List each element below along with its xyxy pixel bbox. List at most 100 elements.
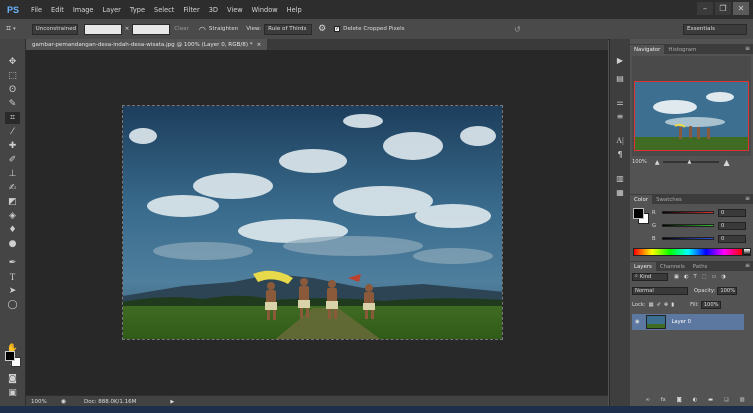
crop-tool-icon[interactable]: ⌗ [5,112,20,124]
green-value[interactable]: 0 [718,221,746,230]
folder-icon[interactable]: ▬ [708,397,713,403]
gear-icon[interactable]: ⚙ [318,24,326,34]
swap-dimensions-button[interactable]: × [125,26,130,32]
clone-stamp-tool-icon[interactable]: ⊥ [5,168,20,180]
tab-channels[interactable]: Channels [656,262,689,271]
gradient-tool-icon[interactable]: ◈ [5,210,20,222]
zoom-in-icon[interactable]: ▲ [723,158,729,167]
tab-paths[interactable]: Paths [689,262,712,271]
navigator-view-box[interactable] [634,81,749,151]
color-fg-bg[interactable] [633,208,649,224]
filter-toggle-icon[interactable]: ◑ [721,274,726,280]
tab-layers[interactable]: Layers [630,262,656,271]
foreground-color[interactable] [633,208,644,219]
ratio-dropdown[interactable]: Unconstrained [31,23,78,35]
minimize-button[interactable]: – [697,2,713,15]
layer-filter-kind[interactable]: ⌕ Kind [632,272,668,281]
layer-row[interactable]: ◉ Layer 0 [632,314,744,330]
healing-brush-tool-icon[interactable]: ✚ [5,140,20,152]
menu-edit[interactable]: Edit [51,6,64,14]
screen-mode-icon[interactable]: ▣ [5,387,20,399]
marquee-tool-icon[interactable]: ⬚ [5,70,20,82]
status-menu-arrow[interactable]: ▶ [170,399,174,405]
brush-tool-icon[interactable]: ✐ [5,154,20,166]
height-input[interactable] [132,23,171,35]
filter-smart-icon[interactable]: ▭ [712,274,717,280]
foreground-swatch[interactable] [5,351,15,361]
tab-navigator[interactable]: Navigator [630,45,665,54]
status-info-icon[interactable]: ◉ [61,398,66,405]
opacity-input[interactable]: 100% [717,286,738,295]
fill-input[interactable]: 100% [700,300,721,309]
move-tool-icon[interactable]: ✥ [5,56,20,68]
close-button[interactable]: ✕ [733,2,749,15]
blur-tool-icon[interactable]: ♦ [5,224,20,236]
trash-icon[interactable]: ▥ [740,397,745,403]
menu-file[interactable]: File [31,6,42,14]
panel-menu-icon[interactable]: ≡ [745,195,750,202]
menu-layer[interactable]: Layer [102,6,120,14]
zoom-out-icon[interactable]: ▲ [655,159,660,166]
delete-cropped-checkbox[interactable]: ✓ [334,26,341,32]
lasso-tool-icon[interactable]: ʘ [5,84,20,96]
tab-color[interactable]: Color [630,195,653,204]
tab-histogram[interactable]: Histogram [664,45,700,54]
menu-select[interactable]: Select [154,6,174,14]
filter-type-icon[interactable]: T [693,274,696,280]
play-icon[interactable]: ▶ [613,55,627,65]
type-tool-icon[interactable]: T [5,271,20,283]
green-slider[interactable] [662,224,714,227]
document-tab[interactable]: gambar-pemandangan-desa-indah-desa-wisat… [26,39,268,50]
view-dropdown[interactable]: Rule of Thirds [264,23,313,35]
straighten-label[interactable]: Straighten [209,26,238,32]
pen-tool-icon[interactable]: ✒ [5,257,20,269]
shape-tool-icon[interactable]: ◯ [5,299,20,311]
lock-pixels-icon[interactable]: ✐ [656,302,660,308]
info-icon[interactable]: ▦ [613,187,627,197]
navigator-zoom[interactable]: 100% [632,159,647,165]
color-swatches[interactable] [5,351,21,367]
restore-button[interactable]: ❐ [715,2,731,15]
workspace-dropdown[interactable]: Essentials [683,23,747,35]
new-layer-icon[interactable]: ❏ [724,397,729,403]
menu-image[interactable]: Image [73,6,94,14]
mask-icon[interactable]: ◙ [677,397,682,403]
quick-select-tool-icon[interactable]: ✎ [5,98,20,110]
paragraph-icon[interactable]: ¶ [613,149,627,159]
panel-menu-icon[interactable]: ≡ [745,45,750,52]
history-brush-tool-icon[interactable]: ✍ [5,182,20,194]
menu-type[interactable]: Type [130,6,145,14]
eye-icon[interactable]: ◉ [635,319,640,325]
eraser-tool-icon[interactable]: ◩ [5,196,20,208]
zoom-level[interactable]: 100% [31,399,47,405]
styles-icon[interactable]: ▥ [613,173,627,183]
document-tab-close[interactable]: × [257,42,262,48]
menu-help[interactable]: Help [287,6,302,14]
width-input[interactable] [83,23,122,35]
reset-icon[interactable]: ↺ [514,25,521,34]
navigator-preview[interactable] [632,56,751,156]
blue-value[interactable]: 0 [718,234,746,243]
spectrum-bw[interactable] [743,248,751,256]
blue-slider[interactable] [662,237,714,240]
blend-mode-dropdown[interactable]: Normal [632,286,688,295]
red-value[interactable]: 0 [718,208,746,217]
document-image[interactable] [122,105,503,340]
link-icon[interactable]: ∞ [645,397,649,403]
adjustments-icon[interactable]: ⚌ [613,97,627,107]
red-slider[interactable] [662,211,714,214]
fx-icon[interactable]: fx [661,397,666,403]
lock-all-icon[interactable]: ▮ [671,302,674,308]
filter-shape-icon[interactable]: ⬚ [702,274,707,280]
straighten-icon[interactable]: ◠ [199,25,206,34]
menu-window[interactable]: Window [252,6,278,14]
dodge-tool-icon[interactable]: ● [5,238,20,250]
history-icon[interactable]: ▤ [613,73,627,83]
tab-swatches[interactable]: Swatches [652,195,686,204]
lock-position-icon[interactable]: ✥ [664,302,668,308]
path-select-tool-icon[interactable]: ➤ [5,285,20,297]
panel-menu-icon[interactable]: ≡ [745,262,750,269]
crop-tool-preset-icon[interactable]: ⌗ [6,24,11,34]
adjustment-icon[interactable]: ◐ [693,397,698,403]
navigator-zoom-slider[interactable]: ▲ [663,159,720,165]
